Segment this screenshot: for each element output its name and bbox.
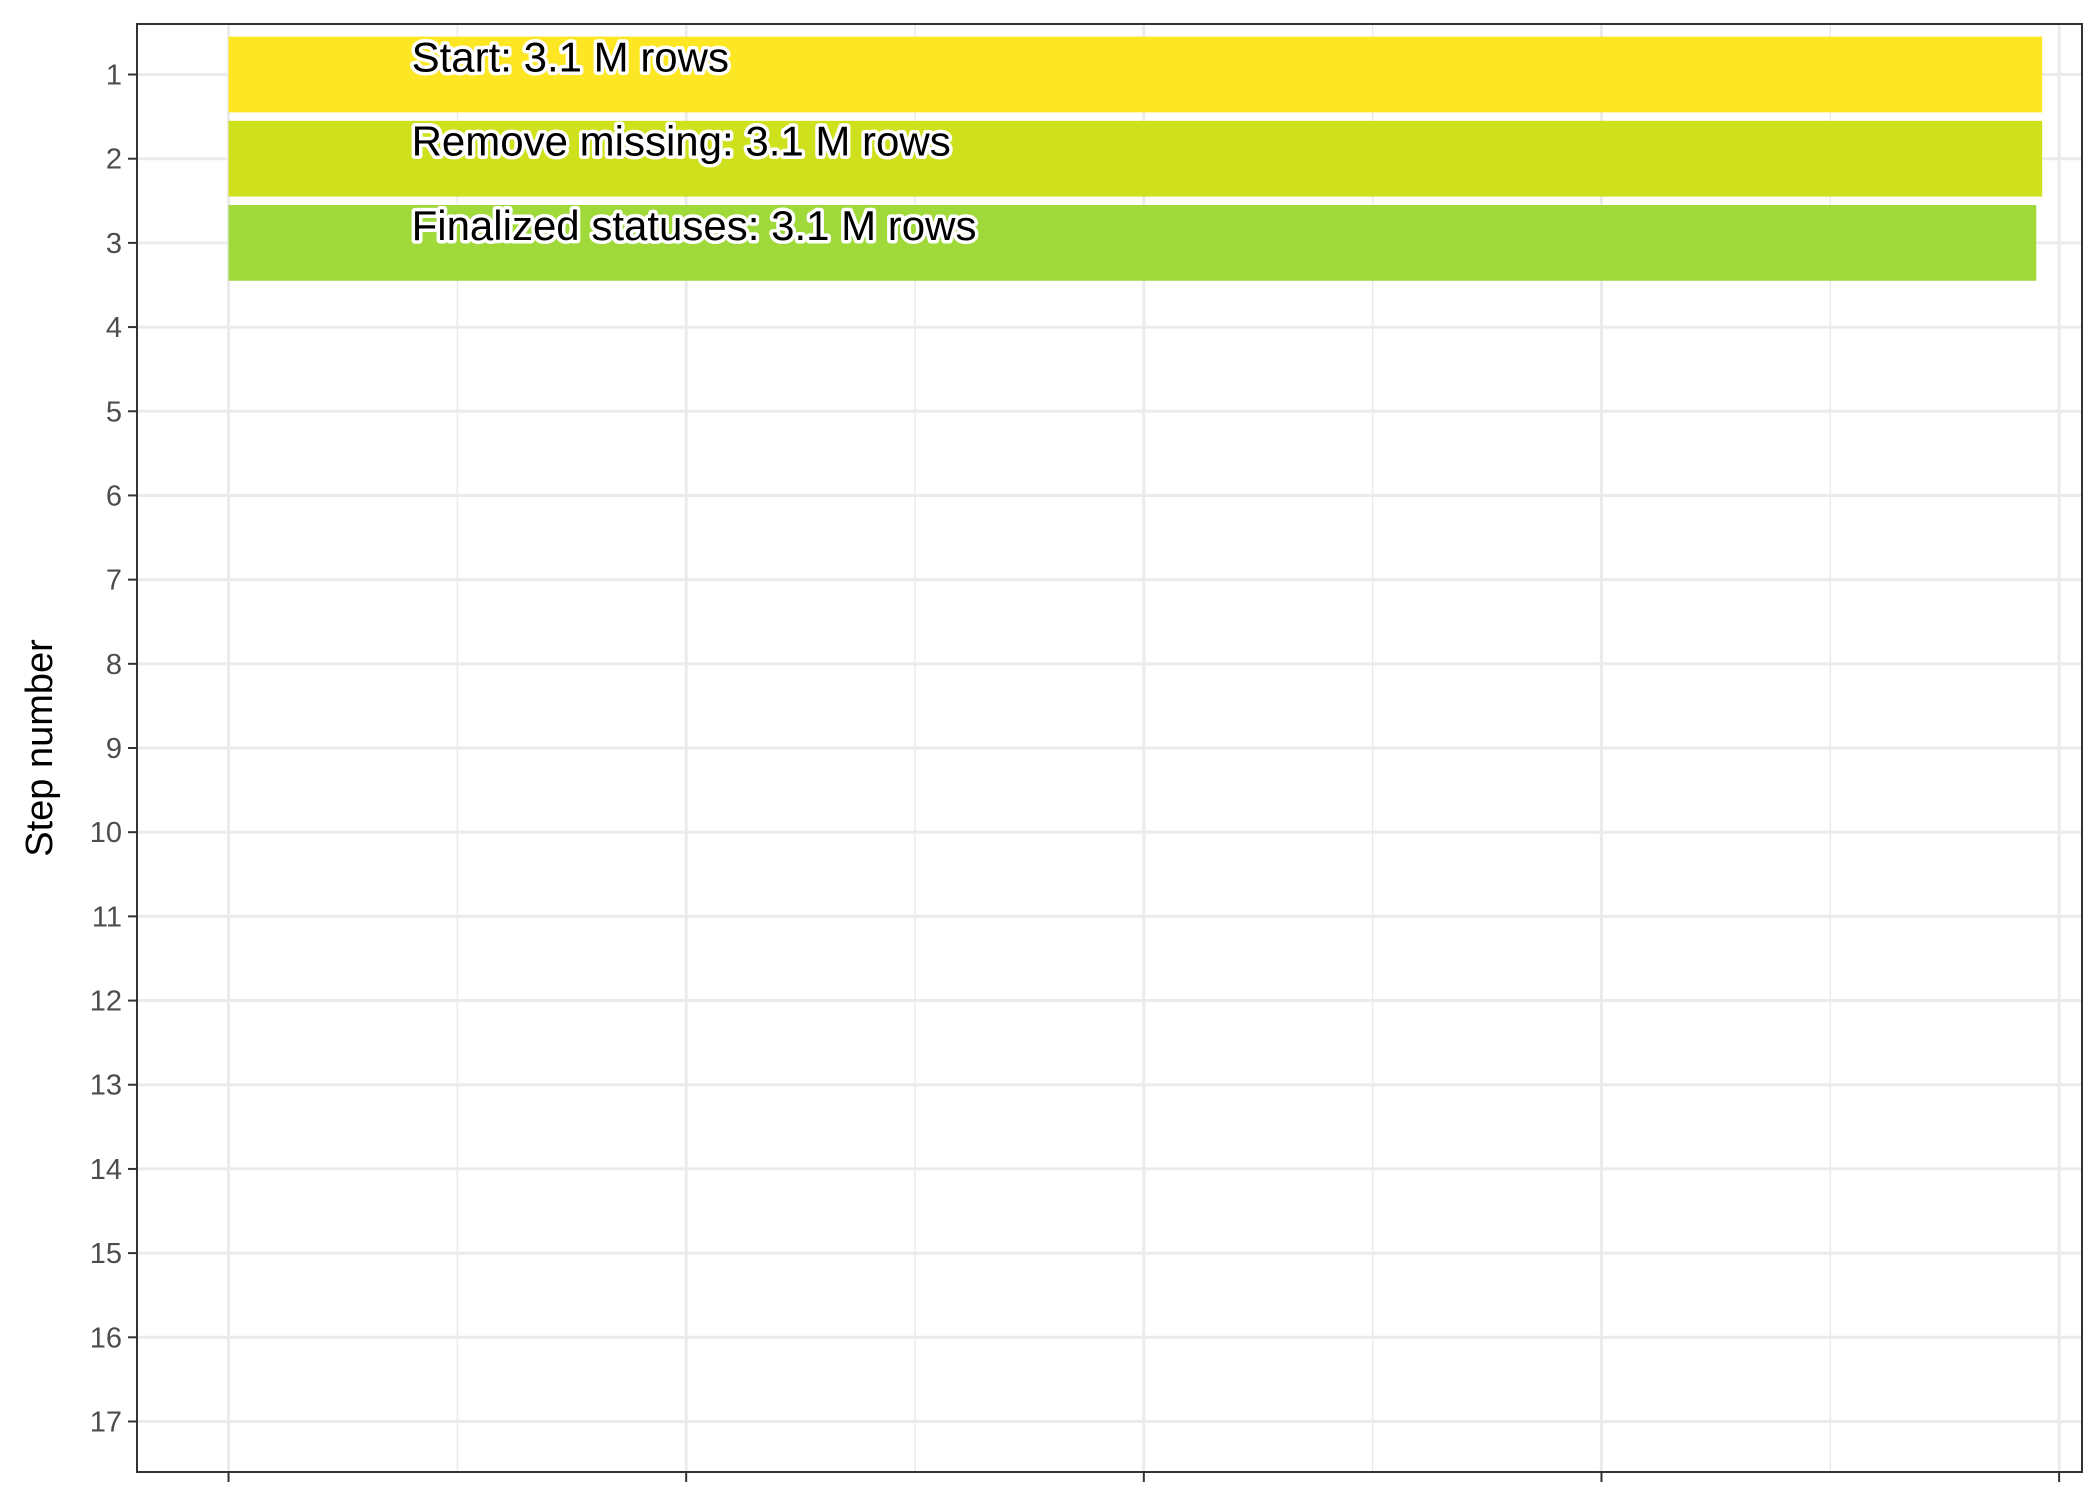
y-axis-title: Step number	[19, 639, 61, 857]
chart: Start: 3.1 M rows Remove missing: 3.1 M r…	[19, 23, 2083, 1482]
bar-label: Remove missing: 3.1 M rows	[412, 118, 951, 165]
y-tick-label: 2	[106, 144, 122, 176]
y-tick-label: 4	[106, 312, 122, 344]
bar-label: Finalized statuses: 3.1 M rows	[412, 202, 977, 249]
y-tick-label: 12	[90, 986, 122, 1018]
y-tick-label: 10	[90, 817, 122, 849]
y-tick-label: 6	[106, 480, 122, 512]
bar-label: Start: 3.1 M rows	[412, 34, 729, 81]
y-tick-label: 3	[106, 228, 122, 260]
y-axis-ticks: 1234567891011121314151617	[90, 60, 137, 1438]
y-tick-label: 8	[106, 649, 122, 681]
y-tick-label: 17	[90, 1406, 122, 1438]
y-tick-label: 1	[106, 60, 122, 92]
y-tick-label: 9	[106, 733, 122, 765]
x-axis-ticks	[227, 1472, 2061, 1482]
y-tick-label: 13	[90, 1070, 122, 1102]
y-tick-label: 7	[106, 565, 122, 597]
y-tick-label: 11	[92, 901, 122, 933]
y-tick-label: 15	[90, 1238, 122, 1270]
y-tick-label: 16	[90, 1322, 122, 1354]
y-tick-label: 14	[90, 1154, 122, 1186]
y-tick-label: 5	[106, 396, 122, 428]
